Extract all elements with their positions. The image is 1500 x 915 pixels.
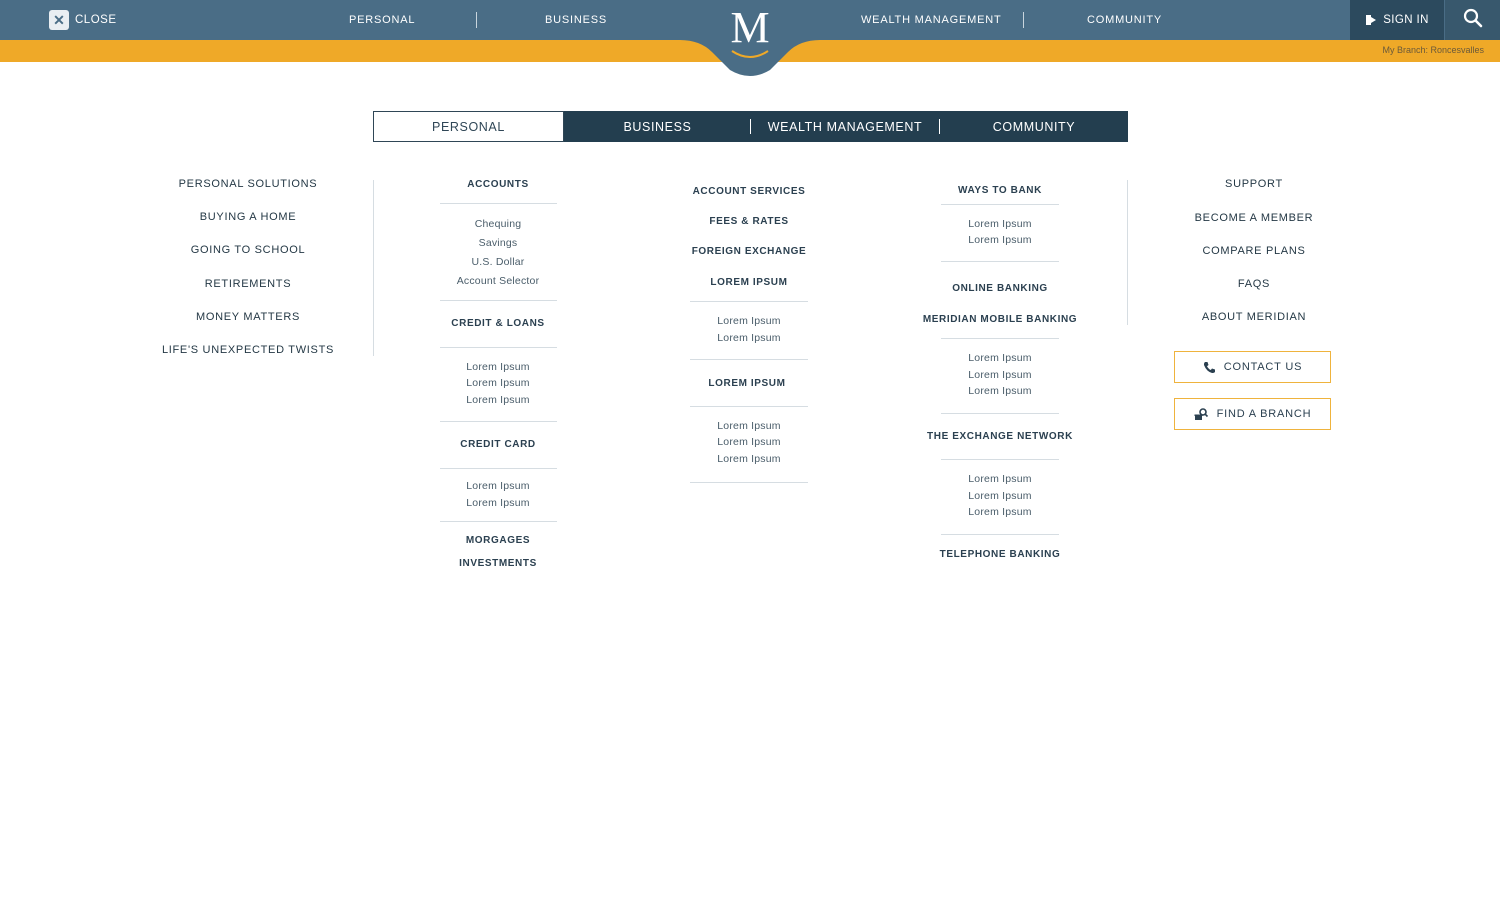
nav-divider — [1023, 12, 1024, 28]
heading-lorem-ipsum[interactable]: LOREM IPSUM — [669, 277, 829, 288]
menu-faqs[interactable]: FAQS — [1164, 278, 1344, 290]
menu-lifes-unexpected-twists[interactable]: LIFE'S UNEXPECTED TWISTS — [148, 344, 348, 356]
heading-online-banking[interactable]: ONLINE BANKING — [910, 283, 1090, 294]
my-branch-link[interactable]: My Branch: Roncesvalles — [1382, 45, 1484, 55]
list-item[interactable]: Lorem Ipsum — [920, 473, 1080, 485]
find-a-branch-button[interactable]: FIND A BRANCH — [1174, 398, 1331, 430]
heading-meridian-mobile-banking[interactable]: MERIDIAN MOBILE BANKING — [900, 314, 1100, 325]
tab-personal[interactable]: PERSONAL — [373, 111, 564, 142]
list-item[interactable]: Lorem Ipsum — [669, 332, 829, 344]
top-nav-business[interactable]: BUSINESS — [545, 14, 607, 26]
close-icon: ✕ — [49, 10, 69, 30]
search-button[interactable] — [1445, 0, 1500, 40]
sign-in-icon — [1365, 14, 1377, 26]
menu-support[interactable]: SUPPORT — [1164, 178, 1344, 190]
divider — [941, 413, 1059, 414]
link-account-selector[interactable]: Account Selector — [418, 275, 578, 287]
divider — [941, 338, 1059, 339]
contact-us-button[interactable]: CONTACT US — [1174, 351, 1331, 383]
close-button[interactable]: ✕ CLOSE — [49, 10, 117, 30]
heading-fees-rates[interactable]: FEES & RATES — [669, 216, 829, 227]
menu-buying-a-home[interactable]: BUYING A HOME — [148, 211, 348, 223]
menu-money-matters[interactable]: MONEY MATTERS — [148, 311, 348, 323]
sign-in-label: SIGN IN — [1383, 14, 1429, 26]
divider — [440, 421, 557, 422]
list-item[interactable]: Lorem Ipsum — [418, 377, 578, 389]
menu-retirements[interactable]: RETIREMENTS — [148, 278, 348, 290]
menu-personal-solutions[interactable]: PERSONAL SOLUTIONS — [148, 178, 348, 190]
menu-going-to-school[interactable]: GOING TO SCHOOL — [148, 244, 348, 256]
tab-community[interactable]: COMMUNITY — [940, 111, 1128, 142]
list-item[interactable]: Lorem Ipsum — [418, 361, 578, 373]
list-item[interactable]: Lorem Ipsum — [920, 352, 1080, 364]
heading-account-services[interactable]: ACCOUNT SERVICES — [669, 186, 829, 197]
list-item[interactable]: Lorem Ipsum — [418, 497, 578, 509]
divider — [690, 359, 808, 360]
list-item[interactable]: Lorem Ipsum — [920, 506, 1080, 518]
link-chequing[interactable]: Chequing — [418, 218, 578, 230]
heading-credit-loans[interactable]: CREDIT & LOANS — [418, 318, 578, 329]
column-divider — [373, 180, 374, 356]
menu-compare-plans[interactable]: COMPARE PLANS — [1164, 245, 1344, 257]
divider — [941, 261, 1059, 262]
link-us-dollar[interactable]: U.S. Dollar — [418, 256, 578, 268]
top-nav-wealth-management[interactable]: WEALTH MANAGEMENT — [861, 14, 1002, 26]
section-tabs: PERSONAL BUSINESS WEALTH MANAGEMENT COMM… — [373, 111, 1128, 142]
list-item[interactable]: Lorem Ipsum — [920, 218, 1080, 230]
list-item[interactable]: Lorem Ipsum — [418, 480, 578, 492]
divider — [941, 204, 1059, 205]
heading-lorem-ipsum[interactable]: LOREM IPSUM — [667, 378, 827, 389]
list-item[interactable]: Lorem Ipsum — [920, 490, 1080, 502]
divider — [440, 203, 557, 204]
list-item[interactable]: Lorem Ipsum — [920, 385, 1080, 397]
list-item[interactable]: Lorem Ipsum — [669, 315, 829, 327]
divider — [941, 534, 1059, 535]
tab-wealth-management[interactable]: WEALTH MANAGEMENT — [751, 111, 939, 142]
divider — [440, 347, 557, 348]
sign-in-button[interactable]: SIGN IN — [1350, 0, 1444, 40]
heading-accounts[interactable]: ACCOUNTS — [418, 179, 578, 190]
find-a-branch-label: FIND A BRANCH — [1216, 408, 1312, 420]
heading-morgages[interactable]: MORGAGES — [418, 535, 578, 546]
top-nav-personal[interactable]: PERSONAL — [349, 14, 415, 26]
link-savings[interactable]: Savings — [418, 237, 578, 249]
list-item[interactable]: Lorem Ipsum — [669, 420, 829, 432]
list-item[interactable]: Lorem Ipsum — [669, 436, 829, 448]
menu-become-a-member[interactable]: BECOME A MEMBER — [1164, 212, 1344, 224]
contact-us-label: CONTACT US — [1223, 361, 1303, 373]
divider — [941, 459, 1059, 460]
heading-ways-to-bank[interactable]: WAYS TO BANK — [910, 185, 1090, 196]
top-nav-community[interactable]: COMMUNITY — [1087, 14, 1162, 26]
list-item[interactable]: Lorem Ipsum — [418, 394, 578, 406]
tab-business[interactable]: BUSINESS — [564, 111, 751, 142]
column-divider — [1127, 180, 1128, 325]
heading-exchange-network[interactable]: THE EXCHANGE NETWORK — [900, 431, 1100, 442]
find-branch-icon — [1194, 407, 1209, 421]
list-item[interactable]: Lorem Ipsum — [669, 453, 829, 465]
phone-icon — [1203, 361, 1216, 374]
nav-divider — [476, 12, 477, 28]
heading-telephone-banking[interactable]: TELEPHONE BANKING — [910, 549, 1090, 560]
close-label: CLOSE — [75, 14, 117, 26]
divider — [440, 300, 557, 301]
search-icon — [1463, 8, 1483, 33]
menu-about-meridian[interactable]: ABOUT MERIDIAN — [1164, 311, 1344, 323]
heading-credit-card[interactable]: CREDIT CARD — [418, 439, 578, 450]
divider — [440, 521, 557, 522]
divider — [690, 301, 808, 302]
heading-foreign-exchange[interactable]: FOREIGN EXCHANGE — [669, 246, 829, 257]
divider — [690, 482, 808, 483]
divider — [690, 406, 808, 407]
divider — [440, 468, 557, 469]
list-item[interactable]: Lorem Ipsum — [920, 234, 1080, 246]
heading-investments[interactable]: INVESTMENTS — [418, 558, 578, 569]
list-item[interactable]: Lorem Ipsum — [920, 369, 1080, 381]
logo[interactable]: M — [710, 6, 790, 50]
